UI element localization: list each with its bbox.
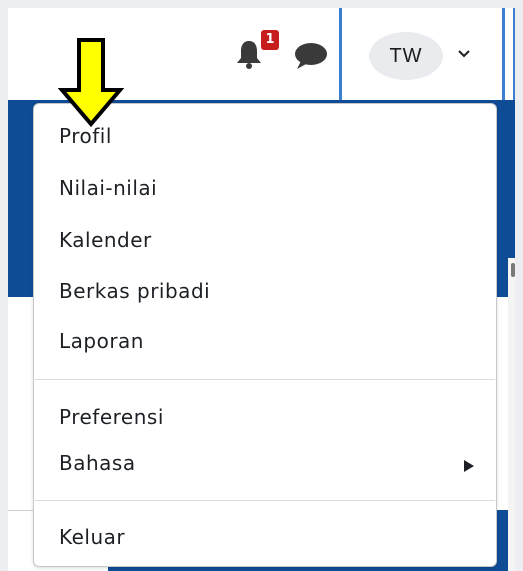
arrow-down-icon xyxy=(57,38,125,128)
notification-count-badge: 1 xyxy=(261,30,279,50)
menu-item-preferensi[interactable]: Preferensi xyxy=(34,394,496,440)
scrollbar-track[interactable] xyxy=(508,258,515,571)
avatar-initials: TW xyxy=(389,44,423,67)
menu-item-berkas-pribadi[interactable]: Berkas pribadi xyxy=(34,268,496,314)
menu-item-label: Laporan xyxy=(59,329,144,353)
caret-right-icon xyxy=(463,455,475,472)
menu-item-kalender[interactable]: Kalender xyxy=(34,217,496,263)
menu-item-bahasa[interactable]: Bahasa xyxy=(34,440,496,486)
scrollbar-thumb[interactable] xyxy=(511,263,515,277)
menu-item-laporan[interactable]: Laporan xyxy=(34,318,496,364)
menu-item-label: Keluar xyxy=(59,525,126,549)
user-avatar[interactable]: TW xyxy=(369,32,443,80)
page-viewport: 1 TW Profil Nilai-nilai Kalender Berkas … xyxy=(8,8,515,571)
menu-item-label: Bahasa xyxy=(59,451,136,475)
chevron-down-icon[interactable] xyxy=(454,46,474,62)
menu-divider xyxy=(35,379,495,380)
menu-item-label: Preferensi xyxy=(59,405,164,429)
menu-divider xyxy=(35,500,495,501)
focus-outline-left xyxy=(339,8,342,100)
menu-item-label: Nilai-nilai xyxy=(59,176,158,200)
menu-item-keluar[interactable]: Keluar xyxy=(34,514,496,560)
focus-outline-right xyxy=(502,8,505,100)
menu-item-nilai[interactable]: Nilai-nilai xyxy=(34,165,496,211)
menu-item-label: Kalender xyxy=(59,228,152,252)
focus-outline-edge xyxy=(513,8,515,100)
user-menu-dropdown: Profil Nilai-nilai Kalender Berkas priba… xyxy=(33,103,497,567)
menu-item-label: Berkas pribadi xyxy=(59,279,211,303)
chat-icon[interactable] xyxy=(293,42,329,70)
